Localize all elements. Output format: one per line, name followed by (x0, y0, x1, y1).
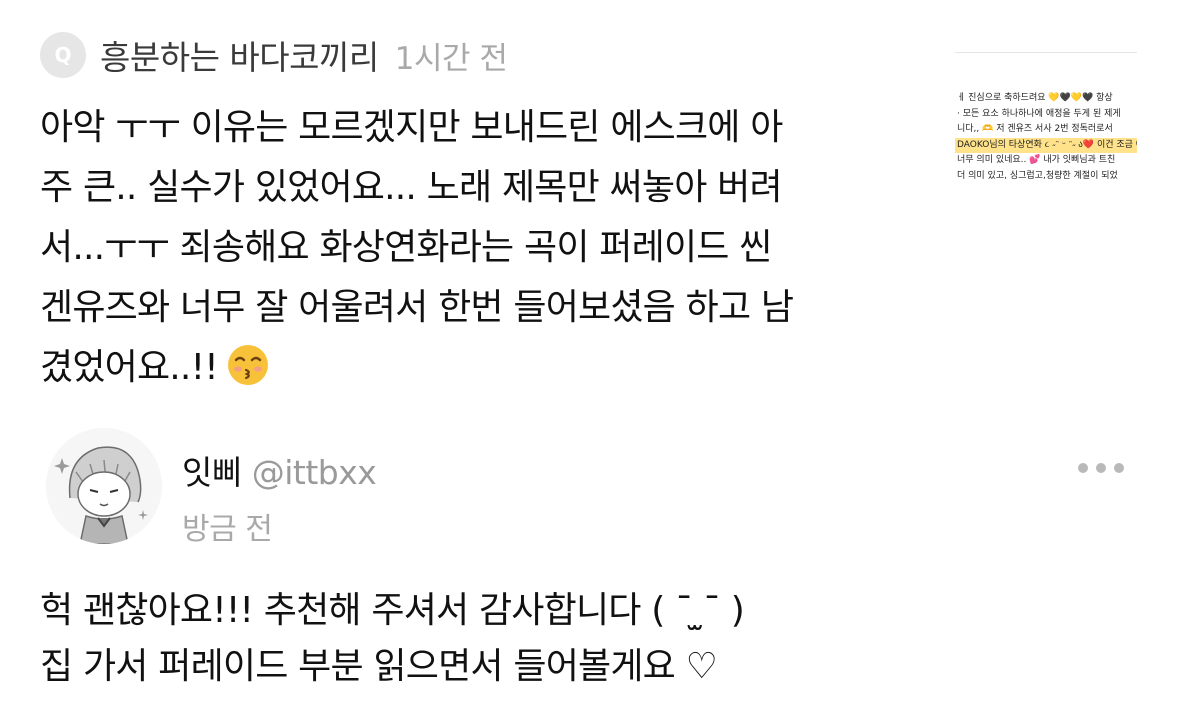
answer-text: 헉 괜찮아요!!! 추천해 주셔서 감사합니다 ( ˉ ̫ˉ ) 집 가서 퍼레… (40, 583, 1140, 695)
question-line: 아악 ㅜㅜ 이유는 모르겠지만 보내드린 에스크에 아 (40, 107, 783, 148)
thumbnail-line: 너무 의미 있네요.. 💕 내가 잇삐님과 트친 (957, 155, 1116, 165)
question-time: 1시간 전 (394, 40, 508, 77)
avatar[interactable] (46, 428, 162, 544)
thumbnail-line: ㅔ 진심으로 축하드려요 💛🖤💛🖤 항상 (957, 93, 1113, 103)
answer-line: 헉 괜찮아요!!! 추천해 주셔서 감사합니다 ( ˉ ̫ˉ ) (40, 590, 745, 631)
more-dot (1114, 463, 1124, 473)
avatar-drawing (46, 428, 162, 544)
question-line: 겐유즈와 너무 잘 어울려서 한번 들어보셨음 하고 남 (40, 287, 794, 328)
thumbnail-line: · 모든 요소 하나하나에 애정을 두게 된 제게 (957, 108, 1121, 119)
question-header: Q 흥분하는 바다코끼리 1시간 전 (40, 30, 508, 80)
answerer-nickname[interactable]: 잇삐 (182, 453, 242, 492)
q-badge-icon: Q (40, 32, 86, 78)
question-text: 아악 ㅜㅜ 이유는 모르겠지만 보내드린 에스크에 아 주 큰.. 실수가 있었… (40, 98, 940, 398)
thumbnail-line: 더 의미 있고, 싱그럽고,청량한 계절이 되었 (957, 170, 1118, 181)
question-line-text: 겼었어요..!! (40, 347, 219, 388)
answer-time: 방금 전 (182, 512, 273, 547)
question-line: 주 큰.. 실수가 있었어요... 노래 제목만 써놓아 버려 (40, 167, 783, 208)
thumbnail-line-highlighted: DAOKO님의 타상연화 ૮ ˶ᵔ ᵕ ᵔ˶ ა❤️ 이건 조금 여 (955, 137, 1137, 153)
answer-line: 집 가서 퍼레이드 부분 읽으면서 들어볼게요 ♡ (40, 646, 718, 687)
more-options-icon[interactable] (1078, 458, 1124, 478)
emoji-icon (227, 345, 268, 385)
attachment-thumbnail[interactable]: ㅔ 진심으로 축하드려요 💛🖤💛🖤 항상 · 모든 요소 하나하나에 애정을 두… (955, 52, 1137, 183)
asker-name: 흥분하는 바다코끼리 (100, 38, 379, 77)
question-line: 서...ㅜㅜ 죄송해요 화상연화라는 곡이 퍼레이드 씬 (40, 227, 772, 268)
more-dot (1096, 463, 1106, 473)
question-line-last: 겼었어요..!! (40, 338, 940, 398)
answerer-handle[interactable]: @ittbxx (252, 453, 377, 492)
thumbnail-line: 니다,, 🫶 저 겐유즈 서사 2번 정독러로서 (957, 124, 1113, 134)
more-dot (1078, 463, 1088, 473)
answerer-name-row: 잇삐 @ittbxx (182, 446, 377, 494)
svg-text:Q: Q (54, 43, 71, 67)
